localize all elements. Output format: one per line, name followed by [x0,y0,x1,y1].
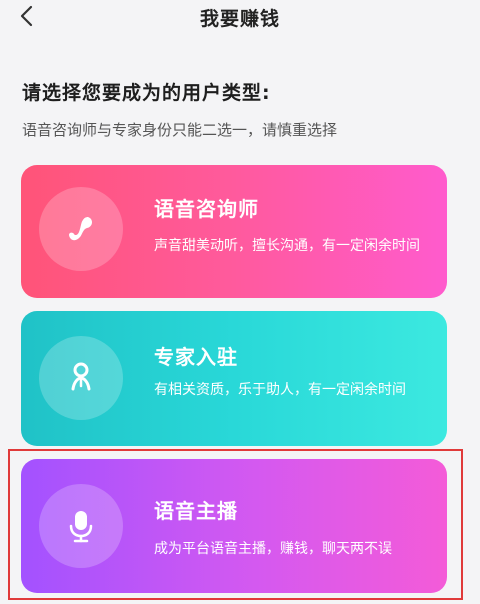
option-description: 有相关资质，乐于助人，有一定闲余时间 [154,382,406,398]
option-title: 专家入驻 [154,345,238,369]
phone-icon [69,217,93,241]
option-icon-badge [39,187,123,271]
option-description: 声音甜美动听，擅长沟通，有一定闲余时间 [154,238,420,254]
microphone-icon [69,511,93,543]
option-card-expert[interactable]: 专家入驻 有相关资质，乐于助人，有一定闲余时间 [21,311,447,446]
option-icon-badge [39,336,123,420]
option-icon-badge [39,484,123,568]
section-heading: 请选择您要成为的用户类型: [22,82,271,104]
option-card-voice-consultant[interactable]: 语音咨询师 声音甜美动听，擅长沟通，有一定闲余时间 [21,165,447,298]
option-description: 成为平台语音主播，赚钱，聊天两不误 [154,541,392,557]
nav-bar: 我要赚钱 [0,0,480,34]
option-title: 语音主播 [154,499,238,523]
option-card-voice-anchor[interactable]: 语音主播 成为平台语音主播，赚钱，聊天两不误 [21,459,447,593]
section-subheading: 语音咨询师与专家身份只能二选一，请慎重选择 [22,121,338,139]
expert-person-icon [71,362,91,391]
option-title: 语音咨询师 [154,197,259,221]
page-title: 我要赚钱 [199,8,280,30]
